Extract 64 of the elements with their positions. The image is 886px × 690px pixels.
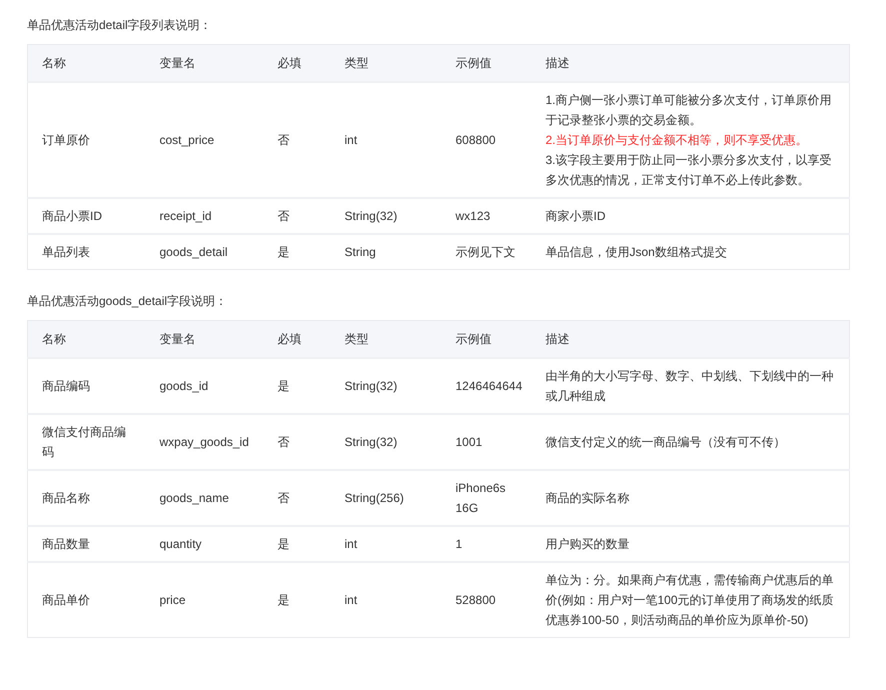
table-cell: 示例见下文 <box>456 245 516 259</box>
table-cell: wx123 <box>456 209 490 223</box>
table-cell: 1 <box>456 537 462 551</box>
table-cell: 1001 <box>456 435 482 449</box>
table-cell: 是 <box>278 379 290 393</box>
table-cell: wxpay_goods_id <box>160 435 249 449</box>
section-title: 单品优惠活动goods_detail字段说明： <box>27 293 228 310</box>
description-text: 商品的实际名称 <box>546 490 630 507</box>
table-cell: 订单原价 <box>42 133 90 147</box>
description-text: 由半角的大小写字母、数字、中划线、下划线中的一种或几种组成 <box>546 368 834 405</box>
description-text: 用户购买的数量 <box>546 536 630 553</box>
table-cell: String(32) <box>344 209 398 223</box>
table-cell: 608800 <box>456 133 496 147</box>
table-cell: 否 <box>278 491 290 505</box>
column-header: 必填 <box>278 56 302 70</box>
column-header: 必填 <box>278 332 302 346</box>
table-cell: goods_detail <box>160 245 228 259</box>
table-cell: String(32) <box>344 435 398 449</box>
table-cell: 是 <box>278 537 290 551</box>
column-header: 示例值 <box>456 56 492 70</box>
table-cell: quantity <box>160 537 202 551</box>
column-header: 名称 <box>42 56 66 70</box>
table-cell: receipt_id <box>160 209 212 223</box>
table-cell: goods_name <box>160 491 229 505</box>
table-cell: 否 <box>278 209 290 223</box>
description-text: 单位为：分。如果商户有优惠，需传输商户优惠后的单价(例如：用户对一笔100元的订单使用了商场发的纸质优惠券100-50，则活动商品的单价应为原单价-50) <box>546 572 835 629</box>
description-text: 商家小票ID <box>546 208 606 225</box>
table-cell: 商品名称 <box>42 491 90 505</box>
table-cell: 单品列表 <box>42 245 90 259</box>
column-header: 名称 <box>42 332 66 346</box>
table-cell: int <box>344 133 358 147</box>
description-text: 1.商户侧一张小票订单可能被分多次支付，订单原价用于记录整张小票的交易金额。 <box>546 92 833 129</box>
table-cell: iPhone6s 16G <box>456 481 506 515</box>
description-text: 2.当订单原价与支付金额不相等，则不享受优惠。 <box>546 132 809 149</box>
column-header: 类型 <box>344 332 368 346</box>
table-cell: goods_id <box>160 379 208 393</box>
description-text: 微信支付定义的统一商品编号（没有可不传） <box>546 434 786 451</box>
column-header: 变量名 <box>160 56 196 70</box>
table-cell: int <box>344 537 358 551</box>
table-cell: String(256) <box>344 491 404 505</box>
column-header: 变量名 <box>160 332 196 346</box>
description-text: 单品信息，使用Json数组格式提交 <box>546 244 728 261</box>
table-cell: 否 <box>278 133 290 147</box>
table-cell: 商品单价 <box>42 593 90 607</box>
table-cell: String(32) <box>344 379 398 393</box>
table-cell: cost_price <box>160 133 214 147</box>
table-cell: 是 <box>278 245 290 259</box>
table-cell: 微信支付商品编码 <box>42 425 126 459</box>
table-cell: 528800 <box>456 593 496 607</box>
table-cell: 1246464644 <box>456 379 522 393</box>
table-cell: 商品编码 <box>42 379 90 393</box>
section-title: 单品优惠活动detail字段列表说明： <box>27 17 213 34</box>
description-text: 3.该字段主要用于防止同一张小票分多次支付，以享受多次优惠的情况，正常支付订单不必上传此参数。 <box>546 152 833 189</box>
table-cell: 否 <box>278 435 290 449</box>
column-header: 描述 <box>546 56 570 70</box>
table-cell: int <box>344 593 358 607</box>
column-header: 描述 <box>546 332 570 346</box>
table-cell: String <box>344 245 376 259</box>
column-header: 类型 <box>344 56 368 70</box>
table-cell: 是 <box>278 593 290 607</box>
column-header: 示例值 <box>456 332 492 346</box>
table-cell: 商品数量 <box>42 537 90 551</box>
table-cell: 商品小票ID <box>42 209 102 223</box>
table-cell: price <box>160 593 186 607</box>
